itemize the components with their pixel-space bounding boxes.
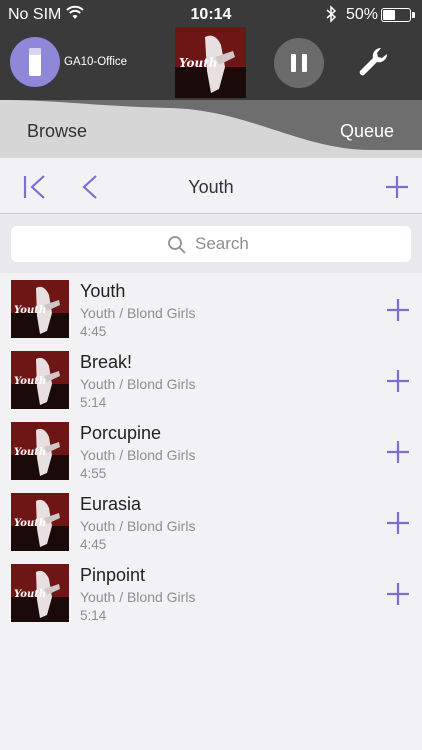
track-duration: 4:55 <box>80 466 107 481</box>
search-placeholder: Search <box>195 234 249 253</box>
track-artist-album: Youth / Blond Girls <box>80 589 196 605</box>
album-navbar: Youth <box>0 158 422 214</box>
track-title: Porcupine <box>80 423 162 443</box>
track-list: Youth Youth Youth / Blond Girls 4:45 You… <box>0 273 422 628</box>
status-bar: No SIM 10:14 50% <box>0 0 422 28</box>
track-artist-album: Youth / Blond Girls <box>80 518 196 534</box>
svg-text:Youth: Youth <box>14 589 46 600</box>
add-track-icon[interactable] <box>385 510 411 541</box>
track-duration: 5:14 <box>80 608 107 623</box>
track-row[interactable]: Youth Pinpoint Youth / Blond Girls 5:14 <box>0 557 422 628</box>
pause-button[interactable] <box>274 38 324 88</box>
pause-icon <box>291 54 296 72</box>
track-row[interactable]: Youth Youth Youth / Blond Girls 4:45 <box>0 273 422 344</box>
svg-text:Youth: Youth <box>14 447 46 458</box>
add-all-icon[interactable] <box>384 174 410 205</box>
device-name[interactable]: GA10-Office <box>64 56 127 68</box>
track-title: Break! <box>80 352 133 372</box>
track-title: Eurasia <box>80 494 142 514</box>
speaker-device-icon[interactable] <box>10 37 60 87</box>
track-title: Youth <box>80 281 126 301</box>
svg-text:Youth: Youth <box>14 305 46 316</box>
tab-browse[interactable]: Browse <box>27 121 87 142</box>
battery-icon <box>381 8 415 22</box>
track-duration: 4:45 <box>80 324 107 339</box>
track-duration: 5:14 <box>80 395 107 410</box>
search-icon <box>167 235 187 260</box>
track-album-art: Youth <box>11 351 69 409</box>
search-bar-container: Search <box>0 215 422 273</box>
search-input[interactable]: Search <box>11 226 411 262</box>
track-album-art: Youth <box>11 493 69 551</box>
battery-percent: 50% <box>346 6 379 23</box>
add-track-icon[interactable] <box>385 581 411 612</box>
wrench-icon[interactable] <box>355 44 391 80</box>
add-track-icon[interactable] <box>385 439 411 470</box>
track-row[interactable]: Youth Porcupine Youth / Blond Girls 4:55 <box>0 415 422 486</box>
svg-text:Youth: Youth <box>14 518 46 529</box>
track-row[interactable]: Youth Eurasia Youth / Blond Girls 4:45 <box>0 486 422 557</box>
now-playing-header: No SIM 10:14 50% GA10-Office Youth <box>0 0 422 100</box>
track-title: Pinpoint <box>80 565 146 585</box>
add-track-icon[interactable] <box>385 368 411 399</box>
tab-queue[interactable]: Queue <box>340 121 394 142</box>
now-playing-album-art[interactable]: Youth <box>175 27 246 98</box>
bluetooth-icon <box>325 5 337 28</box>
add-track-icon[interactable] <box>385 297 411 328</box>
track-artist-album: Youth / Blond Girls <box>80 305 196 321</box>
page-title: Youth <box>188 177 234 197</box>
track-album-art: Youth <box>11 280 69 338</box>
svg-text:Youth: Youth <box>14 376 46 387</box>
svg-text:Youth: Youth <box>179 56 218 70</box>
track-album-art: Youth <box>11 564 69 622</box>
track-artist-album: Youth / Blond Girls <box>80 447 196 463</box>
track-row[interactable]: Youth Break! Youth / Blond Girls 5:14 <box>0 344 422 415</box>
track-album-art: Youth <box>11 422 69 480</box>
track-artist-album: Youth / Blond Girls <box>80 376 196 392</box>
track-duration: 4:45 <box>80 537 107 552</box>
